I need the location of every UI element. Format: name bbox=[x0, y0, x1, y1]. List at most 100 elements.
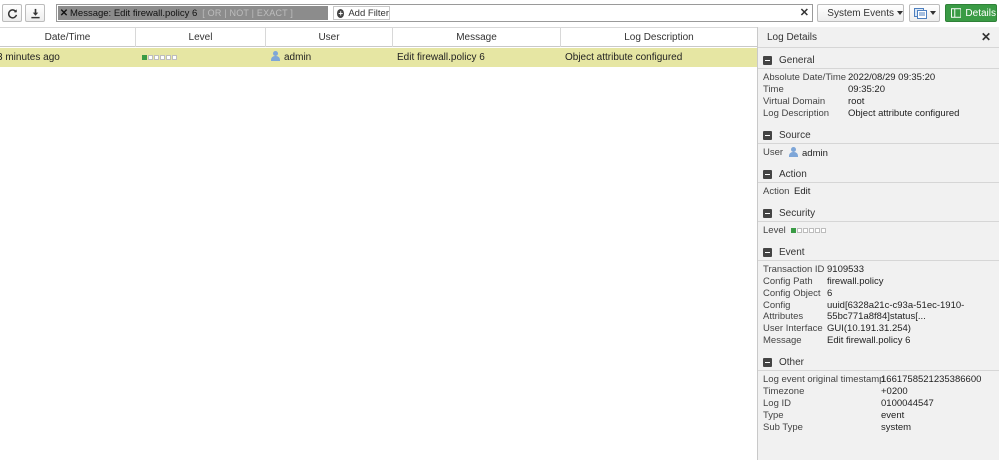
collapse-icon[interactable] bbox=[763, 56, 772, 65]
column-header-datetime[interactable]: Date/Time bbox=[0, 28, 136, 47]
detail-label: Log event original timestamp bbox=[763, 374, 885, 385]
detail-value: root bbox=[848, 96, 865, 107]
collapse-icon[interactable] bbox=[763, 131, 772, 140]
collapse-icon[interactable] bbox=[763, 209, 772, 218]
section-title: Source bbox=[779, 130, 811, 141]
detail-label: Config Path bbox=[763, 276, 813, 287]
log-table: Date/Time Level User Message Log Descrip… bbox=[0, 27, 757, 460]
toolbar: ✕ Message: Edit firewall.policy 6 [ OR |… bbox=[0, 0, 999, 27]
log-details-panel: Log Details ✕ General Absolute Date/Time… bbox=[757, 27, 999, 460]
detail-value: admin bbox=[789, 147, 828, 159]
detail-value: 6 bbox=[827, 288, 833, 299]
section-title: Action bbox=[779, 169, 807, 180]
section-title: General bbox=[779, 55, 815, 66]
cell-user-name: admin bbox=[284, 52, 312, 63]
table-row[interactable]: 3 minutes ago admin Edit firewall.policy… bbox=[0, 48, 757, 67]
detail-label: Log ID bbox=[763, 398, 791, 409]
section-other[interactable]: Other bbox=[758, 353, 999, 371]
section-event[interactable]: Event bbox=[758, 243, 999, 261]
refresh-icon bbox=[7, 8, 17, 19]
cell-log-description: Object attribute configured bbox=[565, 52, 683, 63]
close-icon[interactable]: ✕ bbox=[981, 30, 991, 44]
column-header-log-description[interactable]: Log Description bbox=[561, 28, 757, 47]
detail-user-name: admin bbox=[802, 148, 828, 159]
chevron-down-icon bbox=[929, 11, 936, 15]
detail-label: Virtual Domain bbox=[763, 96, 826, 107]
detail-label: User bbox=[763, 147, 784, 158]
section-title: Security bbox=[779, 208, 816, 219]
collapse-icon[interactable] bbox=[763, 358, 772, 367]
detail-label: User Interface bbox=[763, 323, 823, 334]
view-options-dropdown[interactable] bbox=[909, 4, 940, 22]
detail-type: Type event bbox=[763, 410, 904, 421]
detail-value: system bbox=[881, 422, 912, 433]
detail-config-attributes: Config uuid[6328a21c-c93a-51ec-1910- bbox=[763, 300, 964, 311]
details-panel-icon bbox=[951, 8, 962, 18]
detail-label: Level bbox=[763, 225, 786, 236]
level-indicator bbox=[142, 55, 177, 60]
download-icon bbox=[30, 8, 40, 18]
chevron-down-icon bbox=[897, 11, 903, 15]
detail-transaction-id: Transaction ID 9109533 bbox=[763, 264, 864, 275]
detail-label: Absolute Date/Time bbox=[763, 72, 847, 83]
detail-message: Message Edit firewall.policy 6 bbox=[763, 335, 910, 346]
user-icon bbox=[789, 147, 798, 157]
detail-timezone: Timezone +0200 bbox=[763, 386, 908, 397]
collapse-icon[interactable] bbox=[763, 170, 772, 179]
detail-virtual-domain: Virtual Domain root bbox=[763, 96, 864, 107]
detail-value: uuid[6328a21c-c93a-51ec-1910- bbox=[827, 300, 965, 311]
detail-user: User admin bbox=[763, 147, 828, 159]
detail-label: Config bbox=[763, 300, 791, 311]
detail-time: Time 09:35:20 bbox=[763, 84, 885, 95]
detail-log-id: Log ID 0100044547 bbox=[763, 398, 934, 409]
level-indicator bbox=[791, 228, 827, 233]
log-filter-input[interactable]: ✕ Message: Edit firewall.policy 6 [ OR |… bbox=[56, 4, 813, 22]
log-details-title: Log Details bbox=[767, 32, 818, 43]
detail-label: Message bbox=[763, 335, 802, 346]
detail-config-path: Config Path firewall.policy bbox=[763, 276, 884, 287]
detail-label: Attributes bbox=[763, 311, 804, 322]
column-header-user[interactable]: User bbox=[266, 28, 393, 47]
cell-message: Edit firewall.policy 6 bbox=[397, 52, 485, 63]
user-icon bbox=[271, 51, 280, 61]
column-header-message[interactable]: Message bbox=[393, 28, 561, 47]
add-filter-label: Add Filter bbox=[348, 7, 389, 19]
section-security[interactable]: Security bbox=[758, 204, 999, 222]
detail-value: 1661758521235386600 bbox=[881, 374, 982, 385]
clear-filter-icon[interactable]: ✕ bbox=[800, 6, 809, 19]
detail-absolute-datetime: Absolute Date/Time 2022/08/29 09:35:20 bbox=[763, 72, 935, 83]
section-title: Other bbox=[779, 357, 805, 368]
view-options-icon bbox=[913, 7, 927, 19]
detail-action: Action Edit bbox=[763, 186, 810, 197]
details-label: Details bbox=[965, 7, 996, 19]
column-header-level[interactable]: Level bbox=[136, 28, 266, 47]
section-source[interactable]: Source bbox=[758, 126, 999, 144]
section-general[interactable]: General bbox=[758, 51, 999, 69]
detail-level: Level bbox=[763, 225, 827, 236]
detail-config-attributes-cont: Attributes 55bc771a8f84]status[... bbox=[763, 311, 926, 322]
log-details-header: Log Details ✕ bbox=[758, 27, 999, 48]
detail-label: Time bbox=[763, 84, 784, 95]
detail-value: GUI(10.191.31.254) bbox=[827, 323, 911, 334]
remove-filter-icon[interactable]: ✕ bbox=[58, 8, 70, 19]
detail-label: Sub Type bbox=[763, 422, 803, 433]
section-action[interactable]: Action bbox=[758, 165, 999, 183]
refresh-button[interactable] bbox=[2, 4, 22, 22]
detail-label: Type bbox=[763, 410, 784, 421]
system-events-label: System Events bbox=[827, 7, 894, 19]
plus-circle-icon: + bbox=[337, 8, 345, 18]
download-button[interactable] bbox=[25, 4, 45, 22]
filter-chip-operators[interactable]: [ OR | NOT | EXACT ] bbox=[202, 8, 293, 18]
collapse-icon[interactable] bbox=[763, 248, 772, 257]
detail-value: event bbox=[881, 410, 905, 421]
detail-value: Edit firewall.policy 6 bbox=[827, 335, 911, 346]
filter-chip-message[interactable]: ✕ Message: Edit firewall.policy 6 [ OR |… bbox=[58, 6, 328, 20]
detail-label: Action bbox=[763, 186, 790, 197]
detail-value: 2022/08/29 09:35:20 bbox=[848, 72, 936, 83]
detail-value: +0200 bbox=[881, 386, 908, 397]
detail-value: 55bc771a8f84]status[... bbox=[827, 311, 926, 322]
detail-value: Edit bbox=[794, 186, 811, 197]
details-button[interactable]: Details bbox=[945, 4, 997, 22]
system-events-dropdown[interactable]: System Events bbox=[817, 4, 904, 22]
add-filter-button[interactable]: + Add Filter bbox=[333, 6, 390, 20]
